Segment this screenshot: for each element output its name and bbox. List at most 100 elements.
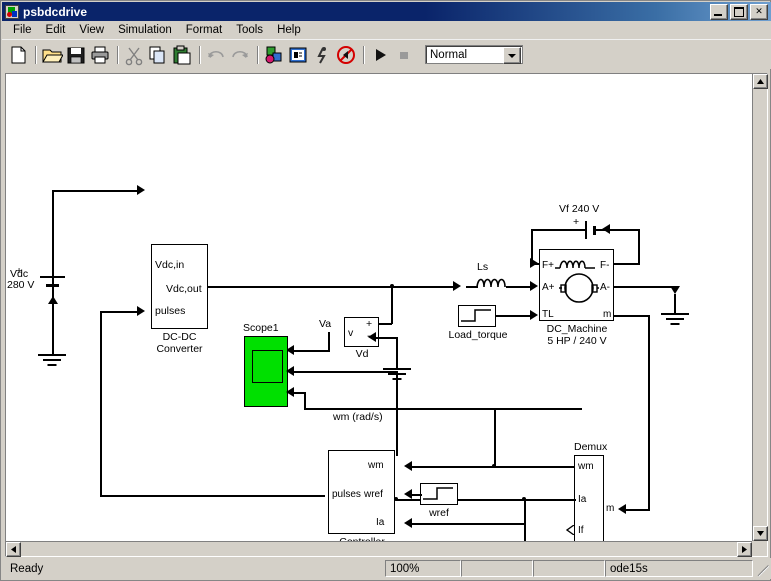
scroll-down-button[interactable]	[753, 526, 768, 541]
arrow-controller-ia	[404, 518, 412, 528]
demux-if-open-port	[566, 525, 575, 535]
scroll-right-button[interactable]	[737, 542, 752, 557]
wire-m-out-h	[614, 315, 650, 317]
wire-vf-corner-left	[531, 229, 553, 231]
dc-dc-converter-caption-1: DC-DC	[162, 331, 197, 343]
wire-pulses-from-controller	[100, 495, 325, 497]
cut-scissors-icon[interactable]	[123, 44, 145, 66]
close-button[interactable]: ✕	[750, 4, 768, 20]
dc-dc-converter-caption-2: Converter	[156, 343, 203, 355]
arrow-demux-m-in	[618, 504, 626, 514]
start-simulation-icon[interactable]	[369, 44, 391, 66]
zoom-level: 100%	[385, 560, 461, 577]
wire-vf-down-right	[638, 229, 640, 265]
wire-vf-left	[551, 229, 586, 231]
wire-vd-minus-h	[376, 337, 398, 339]
new-file-icon[interactable]	[7, 44, 29, 66]
wire-pulses-v	[100, 311, 102, 497]
model-properties-icon[interactable]	[287, 44, 309, 66]
menu-bar: File Edit View Simulation Format Tools H…	[2, 21, 771, 39]
controller-out-pulses: pulses	[332, 489, 361, 500]
model-canvas-area: + Vdc 280 V Vdc,in Vdc,out pulses DC-DC …	[5, 73, 768, 557]
vd-caption: Vd	[355, 348, 369, 360]
controller-in-wm: wm	[368, 460, 384, 471]
redo-icon[interactable]	[229, 44, 251, 66]
print-icon[interactable]	[89, 44, 111, 66]
wire-demux-wm-h	[494, 466, 574, 468]
wire-m-to-demux	[626, 509, 650, 511]
arrow-controller-wref	[404, 489, 412, 499]
wref-caption: wref	[429, 507, 449, 519]
arrow-vd-minus	[368, 332, 376, 342]
port-label-m: m	[603, 309, 612, 320]
wire-ls-right	[506, 286, 530, 288]
wire-loadtorque-to-tl	[496, 315, 530, 317]
wire-scope1-in2-h	[294, 371, 398, 373]
ls-caption: Ls	[477, 261, 489, 273]
wire-vd-plus-v	[391, 286, 393, 324]
wire-scope1-in3-h2	[304, 408, 582, 410]
chevron-down-icon[interactable]	[503, 47, 521, 64]
undo-icon[interactable]	[205, 44, 227, 66]
field-winding-coil-icon	[555, 260, 595, 269]
title-bar: psbdcdrive ✕	[2, 2, 771, 21]
simulink-model-icon	[5, 4, 19, 19]
wire-ia-to-controller	[412, 523, 526, 525]
menu-item-help[interactable]: Help	[270, 23, 308, 37]
open-folder-icon[interactable]	[41, 44, 63, 66]
port-label-a-plus: A+	[542, 282, 555, 293]
menu-item-format[interactable]: Format	[179, 23, 229, 37]
port-label-a-minus: A-	[600, 282, 610, 293]
scrollbar-corner	[752, 541, 767, 556]
menu-item-view[interactable]: View	[72, 23, 111, 37]
scroll-up-button[interactable]	[753, 74, 768, 89]
update-diagram-icon[interactable]	[335, 44, 357, 66]
arrow-scope1-in3	[286, 387, 294, 397]
wire-aminus-to-gnd	[614, 286, 676, 288]
wire-va-h	[294, 350, 329, 352]
copy-icon[interactable]	[147, 44, 169, 66]
paste-icon[interactable]	[171, 44, 193, 66]
wire-vdc-to-converter	[52, 190, 137, 192]
signal-label-va: Va	[319, 318, 332, 330]
resize-grip-icon[interactable]	[755, 562, 770, 577]
dc-machine-caption-1: DC_Machine	[546, 323, 608, 335]
simulation-mode-select[interactable]: Normal	[425, 45, 523, 64]
vd-plus-sign: +	[366, 318, 373, 330]
library-browser-icon[interactable]	[263, 44, 285, 66]
scope1-block[interactable]	[244, 336, 288, 407]
maximize-button[interactable]	[730, 4, 748, 20]
stop-simulation-icon[interactable]	[393, 44, 415, 66]
vd-symbol: v	[348, 327, 354, 339]
wire-wref-to-controller	[412, 494, 422, 496]
toolbar-separator	[35, 45, 37, 64]
simulink-model-window: psbdcdrive ✕ File Edit View Simulation F…	[0, 0, 771, 581]
menu-item-file[interactable]: File	[6, 23, 39, 37]
window-title: psbdcdrive	[23, 4, 88, 19]
menu-item-tools[interactable]: Tools	[229, 23, 270, 37]
vertical-scrollbar[interactable]	[752, 74, 768, 541]
close-icon: ✕	[755, 6, 763, 16]
arrow-to-ls	[453, 281, 461, 291]
toolbar-separator	[363, 45, 365, 64]
vdc-label-line2: 280 V	[7, 279, 35, 291]
save-icon[interactable]	[65, 44, 87, 66]
menu-item-simulation[interactable]: Simulation	[111, 23, 179, 37]
debugger-icon[interactable]	[311, 44, 333, 66]
solver-name: ode15s	[605, 560, 753, 577]
dc-machine-caption-2: 5 HP / 240 V	[547, 335, 607, 347]
toolbar-separator	[117, 45, 119, 64]
scroll-left-button[interactable]	[6, 542, 21, 557]
simulation-mode-value: Normal	[430, 48, 468, 61]
wire-demux-wm-v	[494, 408, 496, 466]
demux-caption: Demux	[574, 441, 608, 453]
port-label-vdc-in: Vdc,in	[155, 259, 185, 271]
demux-out-ia: Ia	[578, 494, 587, 505]
menu-item-edit[interactable]: Edit	[39, 23, 73, 37]
demux-out-if: If	[578, 525, 584, 536]
horizontal-scrollbar[interactable]	[6, 541, 752, 557]
arrow-machine-aplus	[530, 281, 538, 291]
minimize-button[interactable]	[710, 4, 728, 20]
model-canvas[interactable]: + Vdc 280 V Vdc,in Vdc,out pulses DC-DC …	[6, 74, 752, 541]
vf-plus-sign: +	[573, 216, 580, 228]
